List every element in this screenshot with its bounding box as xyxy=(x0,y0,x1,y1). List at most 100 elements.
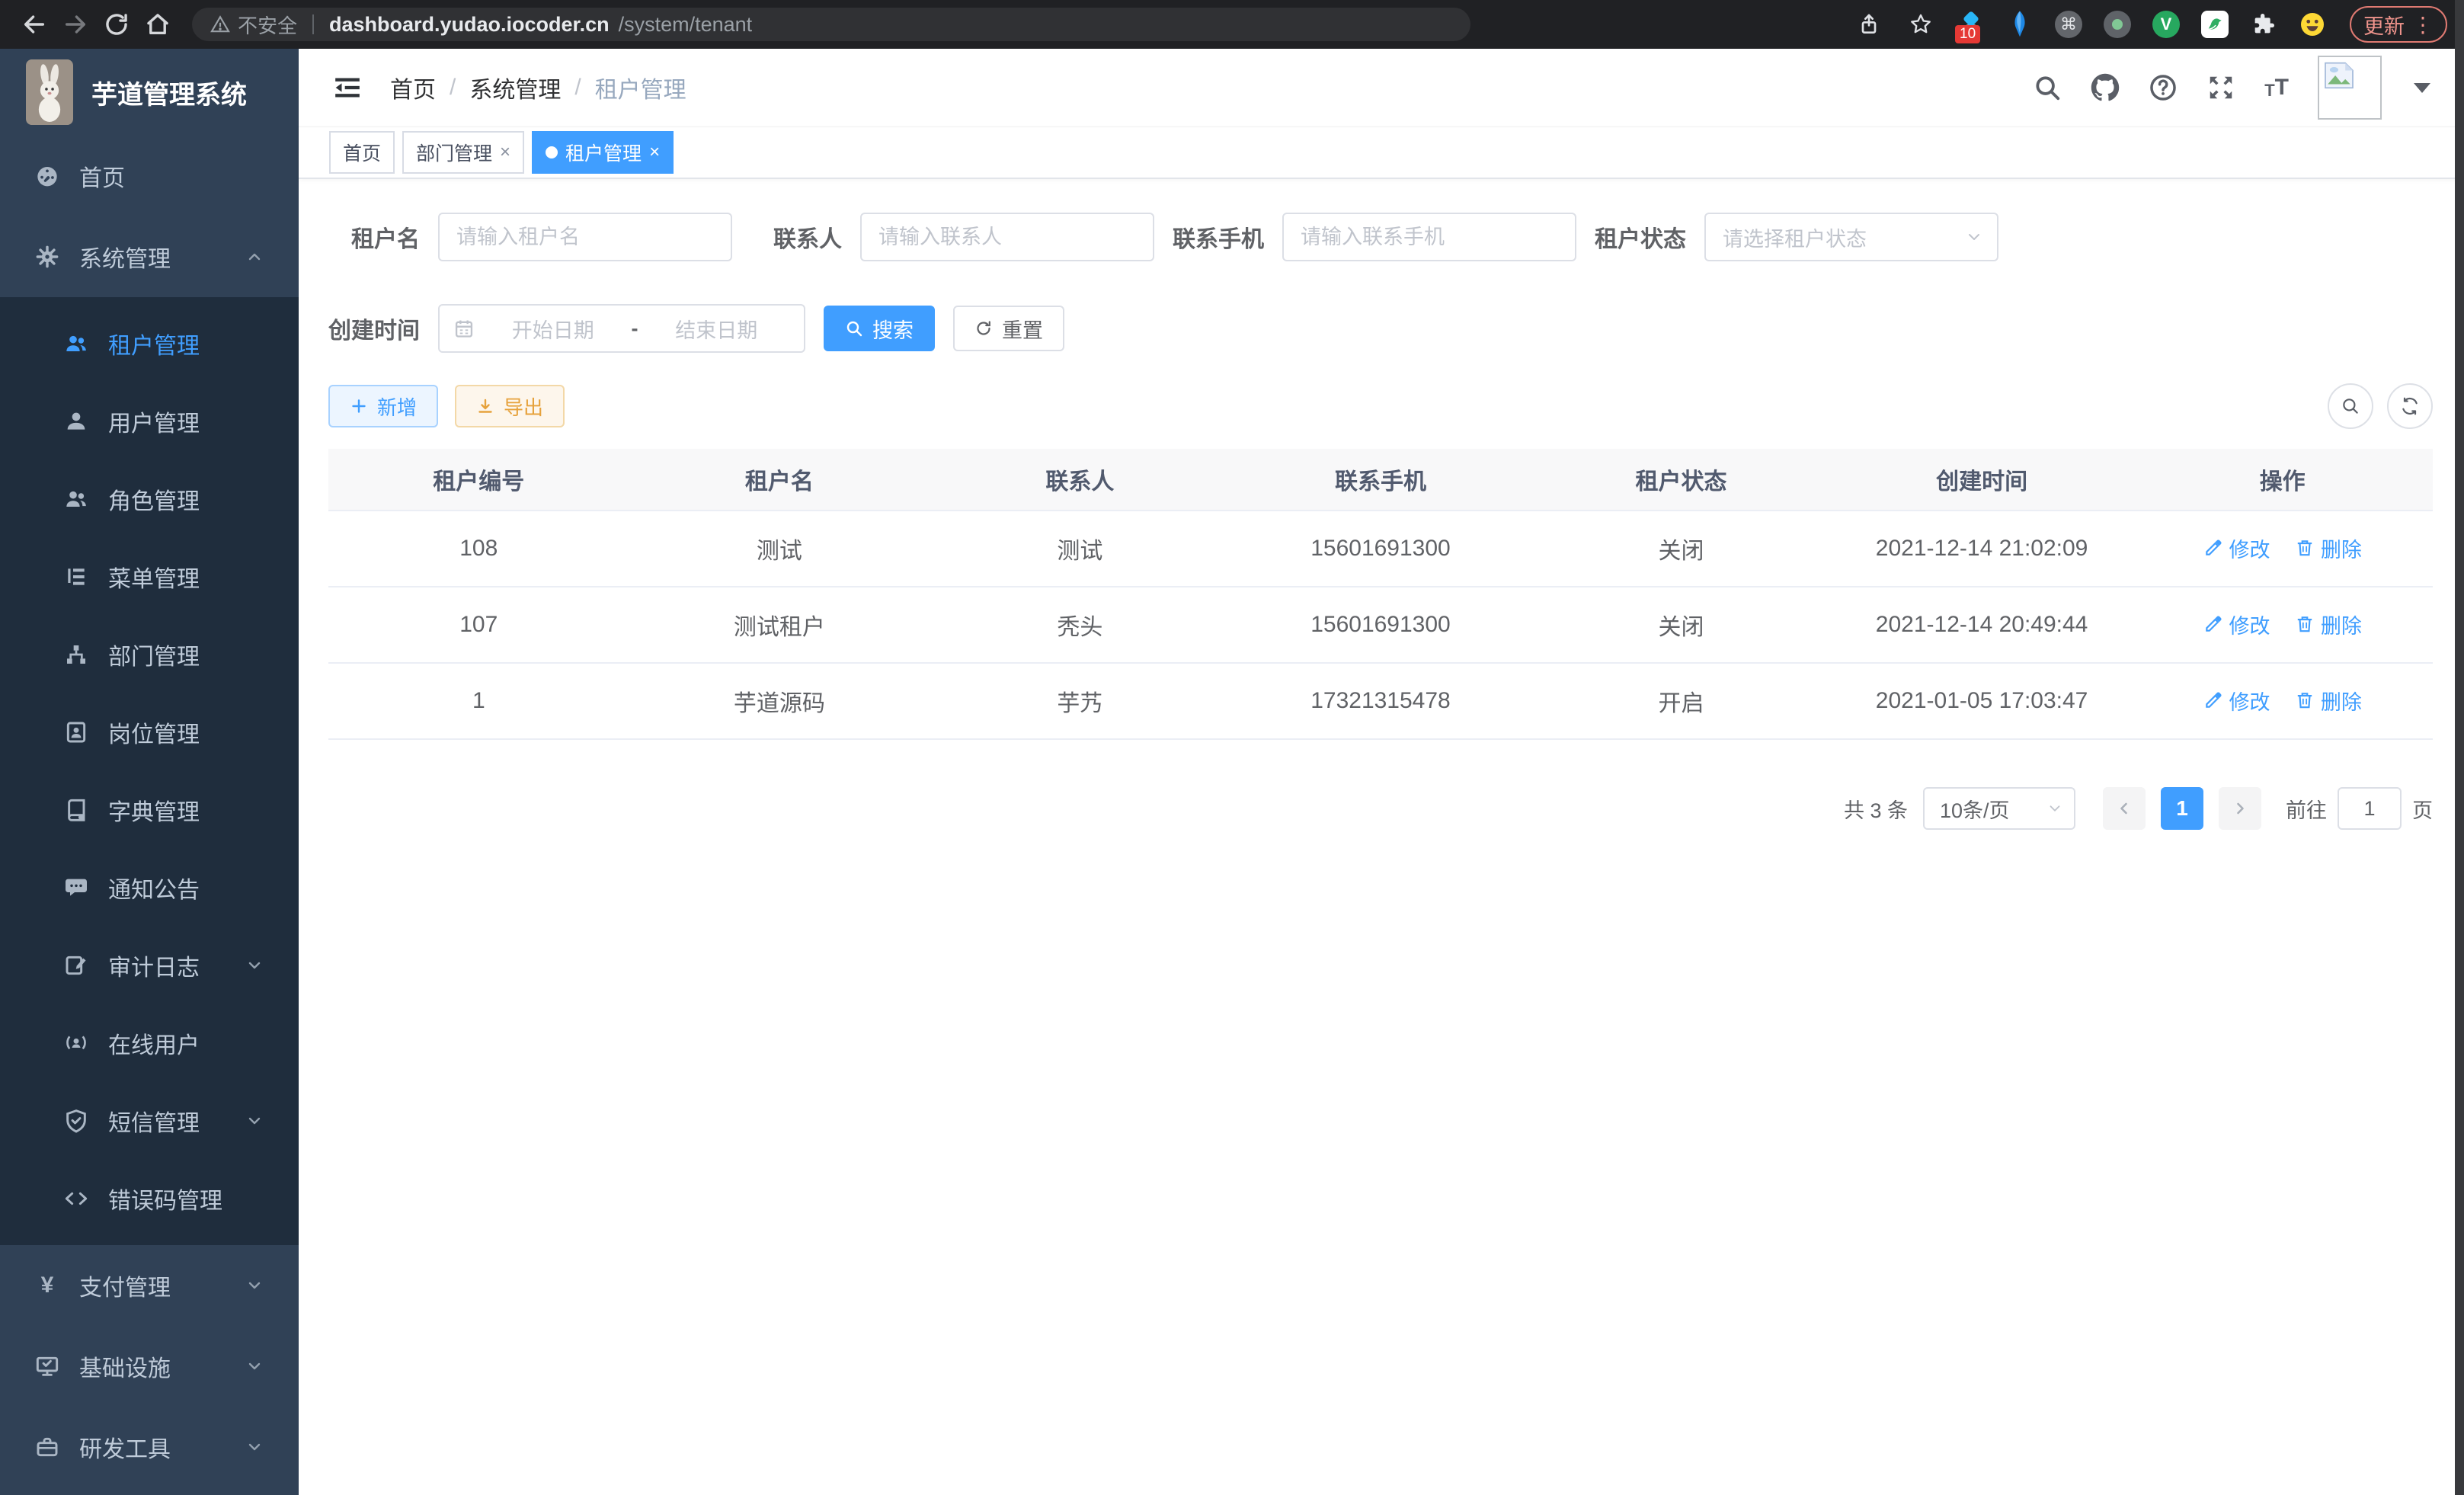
edit-label: 修改 xyxy=(2229,533,2270,563)
extension-v-icon[interactable]: V xyxy=(2150,8,2182,40)
url-path: /system/tenant xyxy=(619,13,753,37)
sidebar-item-role[interactable]: 角色管理 xyxy=(0,460,299,538)
sidebar-item-error-code[interactable]: 错误码管理 xyxy=(0,1160,299,1237)
search-button[interactable]: 搜索 xyxy=(824,306,935,351)
avatar[interactable] xyxy=(2318,56,2382,120)
breadcrumb-item[interactable]: 首页 xyxy=(390,71,436,104)
col-header: 联系手机 xyxy=(1230,449,1531,511)
browser-reload-icon[interactable] xyxy=(99,7,134,42)
github-icon[interactable] xyxy=(2091,73,2120,102)
sidebar-item-label: 通知公告 xyxy=(108,871,200,904)
sidebar-item-label: 错误码管理 xyxy=(108,1182,222,1215)
add-button[interactable]: 新增 xyxy=(328,385,438,427)
extension-emoji-icon[interactable] xyxy=(2296,8,2328,40)
sidebar-item-menu[interactable]: 菜单管理 xyxy=(0,538,299,616)
date-range-picker[interactable]: 开始日期 - 结束日期 xyxy=(438,304,805,353)
sidebar-item-online-user[interactable]: 在线用户 xyxy=(0,1004,299,1082)
extension-sider-icon[interactable]: 10 xyxy=(1955,8,1987,40)
sidebar-collapse-icon[interactable] xyxy=(332,72,363,103)
sidebar-item-infrastructure[interactable]: 基础设施 xyxy=(0,1326,299,1407)
sidebar-item-system[interactable]: 系统管理 xyxy=(0,216,299,297)
fullscreen-icon[interactable] xyxy=(2206,73,2235,102)
badge-icon xyxy=(64,720,88,744)
sidebar-item-label: 租户管理 xyxy=(108,327,200,360)
export-button[interactable]: 导出 xyxy=(455,385,565,427)
close-icon[interactable]: × xyxy=(500,142,510,163)
sidebar-item-dept[interactable]: 部门管理 xyxy=(0,616,299,693)
extension-command-icon[interactable]: ⌘ xyxy=(2053,8,2085,40)
table-row: 1 芋道源码 芋艿 17321315478 开启 2021-01-05 17:0… xyxy=(328,663,2433,739)
sidebar-item-user[interactable]: 用户管理 xyxy=(0,383,299,460)
share-icon[interactable] xyxy=(1851,7,1886,42)
close-icon[interactable]: × xyxy=(649,142,660,163)
address-bar[interactable]: 不安全 dashboard.yudao.iocoder.cn/system/te… xyxy=(192,8,1470,41)
cell-status: 开启 xyxy=(1531,663,1832,739)
app-title: 芋道管理系统 xyxy=(91,74,247,111)
page-content: 租户名 联系人 联系手机 租户状态 请选择租户状态 xyxy=(299,179,2464,1495)
delete-link[interactable]: 删除 xyxy=(2295,610,2362,639)
browser-menu-dots-icon[interactable]: ⋮ xyxy=(2412,12,2434,37)
prev-page-button[interactable] xyxy=(2103,787,2146,830)
goto-page-input[interactable] xyxy=(2338,787,2402,830)
extension-record-icon[interactable] xyxy=(2101,8,2133,40)
sidebar-item-post[interactable]: 岗位管理 xyxy=(0,693,299,771)
extension-kite-icon[interactable] xyxy=(2004,8,2036,40)
breadcrumb-separator: / xyxy=(574,75,581,101)
navbar-actions: TT xyxy=(2033,56,2430,120)
export-label: 导出 xyxy=(504,392,543,421)
browser-back-icon[interactable] xyxy=(17,7,52,42)
breadcrumb: 首页 / 系统管理 / 租户管理 xyxy=(390,71,686,104)
sidebar-item-label: 在线用户 xyxy=(108,1026,200,1060)
edit-link[interactable]: 修改 xyxy=(2203,533,2270,563)
tenant-name-input[interactable] xyxy=(438,213,732,261)
font-size-icon[interactable]: TT xyxy=(2264,75,2289,101)
tag-dept[interactable]: 部门管理 × xyxy=(402,131,524,174)
extension-bird-icon[interactable] xyxy=(2199,8,2231,40)
next-page-button[interactable] xyxy=(2219,787,2261,830)
tag-tenant[interactable]: 租户管理 × xyxy=(532,131,674,174)
sidebar-item-tenant[interactable]: 租户管理 xyxy=(0,305,299,383)
sidebar: 芋道管理系统 首页 系统管理 租户管理 xyxy=(0,49,299,1495)
scrollbar[interactable] xyxy=(2455,0,2464,1495)
edit-link[interactable]: 修改 xyxy=(2203,610,2270,639)
browser-forward-icon[interactable] xyxy=(58,7,93,42)
bookmark-star-icon[interactable] xyxy=(1903,7,1938,42)
tag-home[interactable]: 首页 xyxy=(329,131,395,174)
contact-input[interactable] xyxy=(860,213,1154,261)
sidebar-item-sms[interactable]: 短信管理 xyxy=(0,1082,299,1160)
sidebar-item-audit-log[interactable]: 审计日志 xyxy=(0,927,299,1004)
help-icon[interactable] xyxy=(2149,73,2178,102)
sidebar-item-notice[interactable]: 通知公告 xyxy=(0,849,299,927)
sidebar-item-payment[interactable]: ¥ 支付管理 xyxy=(0,1245,299,1326)
status-select[interactable]: 请选择租户状态 xyxy=(1704,213,1998,261)
avatar-caret-icon[interactable] xyxy=(2414,83,2430,93)
sidebar-logo[interactable]: 芋道管理系统 xyxy=(0,49,299,136)
sidebar-item-home[interactable]: 首页 xyxy=(0,136,299,216)
total-count: 共 3 条 xyxy=(1844,794,1908,824)
edit-link[interactable]: 修改 xyxy=(2203,686,2270,715)
page-size-select[interactable]: 10条/页 xyxy=(1923,787,2075,830)
sidebar-item-dict[interactable]: 字典管理 xyxy=(0,771,299,849)
pencil-icon xyxy=(2203,538,2223,558)
browser-home-icon[interactable] xyxy=(140,7,175,42)
breadcrumb-item[interactable]: 系统管理 xyxy=(469,71,561,104)
extensions-puzzle-icon[interactable] xyxy=(2248,8,2280,40)
search-icon[interactable] xyxy=(2033,73,2062,102)
cell-tenant-name: 芋道源码 xyxy=(629,663,930,739)
phone-input[interactable] xyxy=(1282,213,1576,261)
delete-link[interactable]: 删除 xyxy=(2295,533,2362,563)
chevron-down-icon xyxy=(1965,228,1983,246)
show-search-button[interactable] xyxy=(2328,383,2373,429)
add-label: 新增 xyxy=(377,392,417,421)
security-indicator[interactable]: 不安全 xyxy=(210,11,297,39)
date-separator: - xyxy=(632,317,638,341)
delete-link[interactable]: 删除 xyxy=(2295,686,2362,715)
monitor-icon xyxy=(35,1354,59,1378)
sidebar-item-dev-tools[interactable]: 研发工具 xyxy=(0,1407,299,1487)
yen-icon: ¥ xyxy=(35,1273,59,1298)
page-number-button[interactable]: 1 xyxy=(2161,787,2203,830)
browser-update-button[interactable]: 更新 ⋮ xyxy=(2350,6,2447,43)
reset-button[interactable]: 重置 xyxy=(953,306,1064,351)
refresh-table-button[interactable] xyxy=(2387,383,2433,429)
chevron-down-icon xyxy=(2046,800,2063,817)
